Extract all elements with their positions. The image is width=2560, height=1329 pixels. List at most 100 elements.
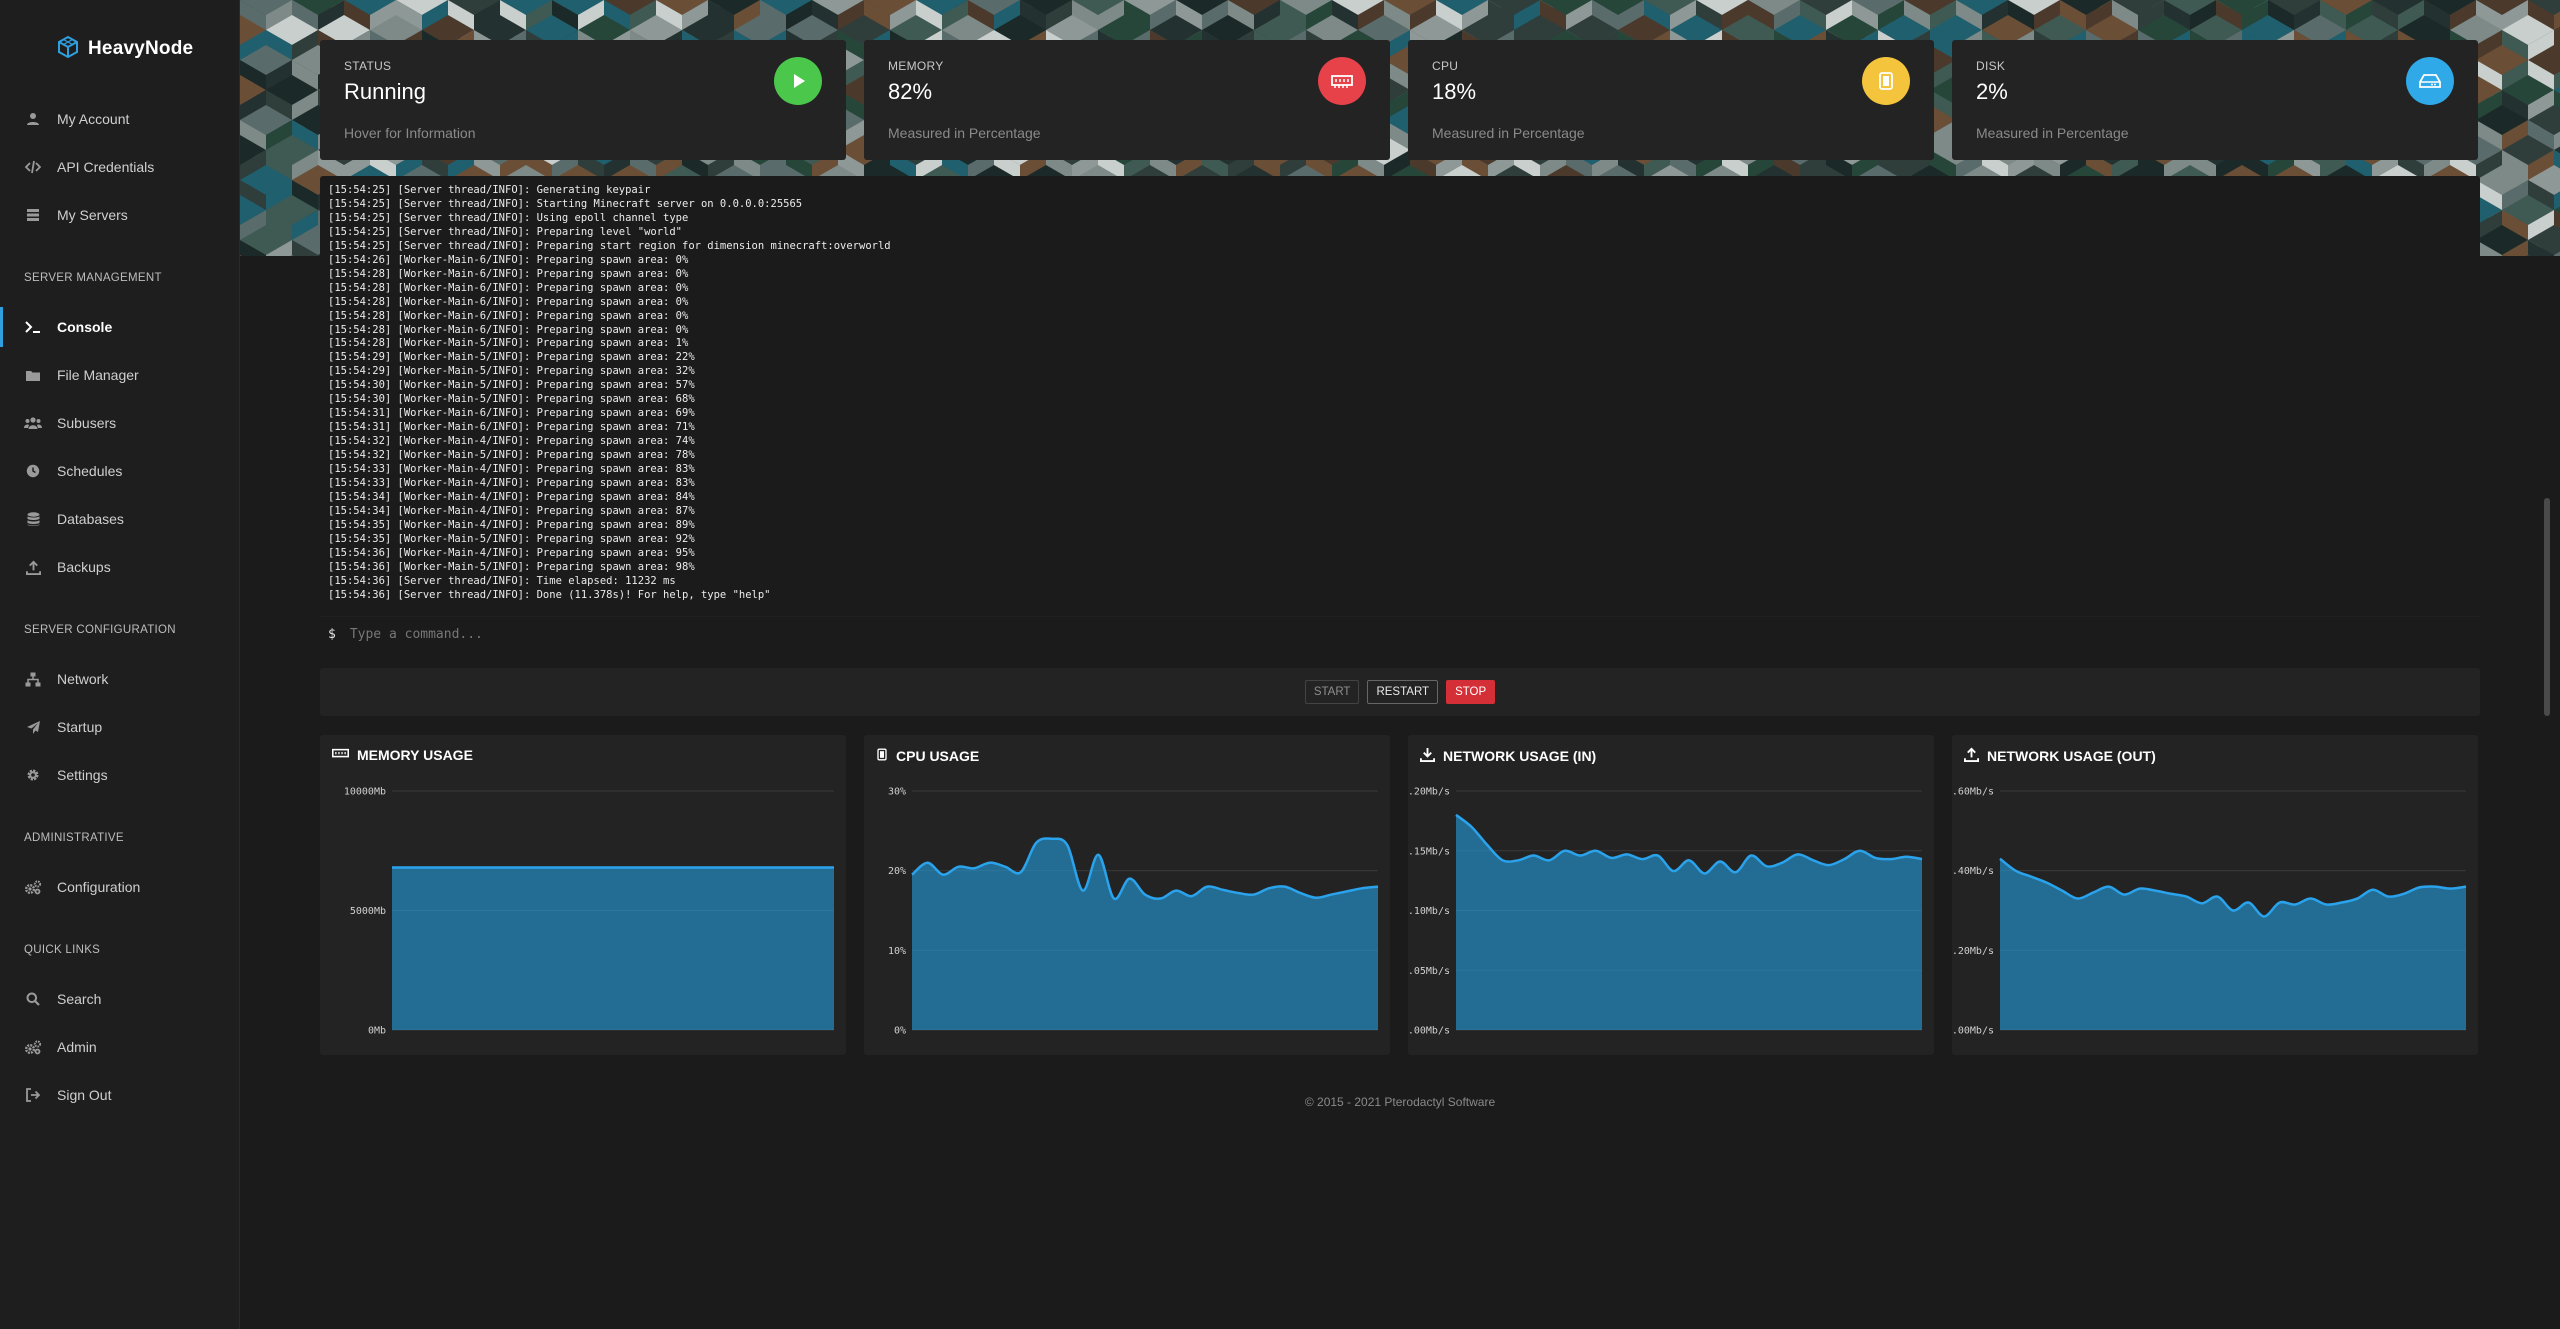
- sidebar-item-label: Schedules: [57, 463, 123, 479]
- sidebar-section-administrative: ADMINISTRATIVE: [24, 832, 124, 844]
- console-line: [15:54:36] [Server thread/INFO]: Done (1…: [328, 588, 771, 601]
- status-sub: Hover for Information: [344, 125, 476, 141]
- area-fill: [912, 838, 1378, 1030]
- sidebar-item-startup[interactable]: Startup: [0, 707, 240, 747]
- y-tick-label: 0.10Mb/s: [1408, 906, 1450, 917]
- sidebar-item-api-credentials[interactable]: API Credentials: [0, 147, 240, 187]
- upload-icon: [24, 558, 42, 576]
- sidebar-item-network[interactable]: Network: [0, 659, 240, 699]
- console-scrollbar[interactable]: [2544, 498, 2550, 716]
- sidebar-item-label: Sign Out: [57, 1087, 112, 1103]
- network-out-chart: NETWORK USAGE (OUT) 0.60Mb/s 0.40Mb/s 0.20…: [1952, 735, 2478, 1055]
- memory-icon: [332, 747, 349, 763]
- sidebar-item-label: Startup: [57, 719, 103, 735]
- sidebar-item-schedules[interactable]: Schedules: [0, 451, 240, 491]
- sidebar-item-my-account[interactable]: My Account: [0, 99, 240, 139]
- sidebar-item-subusers[interactable]: Subusers: [0, 403, 240, 443]
- console-line: [15:54:28] [Worker-Main-6/INFO]: Prepari…: [328, 295, 689, 308]
- cpu-icon: [876, 747, 888, 765]
- console-line: [15:54:28] [Worker-Main-6/INFO]: Prepari…: [328, 309, 689, 322]
- console-line: [15:54:31] [Worker-Main-6/INFO]: Prepari…: [328, 407, 695, 420]
- upload-icon: [1964, 747, 1979, 765]
- chart-title-text: CPU USAGE: [896, 748, 980, 764]
- y-tick-label: 20%: [888, 866, 906, 877]
- brand-name: HeavyNode: [88, 38, 194, 59]
- logo-cube-icon: [56, 35, 80, 64]
- memory-card: MEMORY 82% Measured in Percentage: [864, 40, 1390, 160]
- chart-title-text: NETWORK USAGE (IN): [1443, 748, 1597, 764]
- memory-label: MEMORY: [888, 59, 944, 73]
- y-tick-label: 5000Mb: [350, 906, 386, 917]
- console-line: [15:54:32] [Worker-Main-5/INFO]: Prepari…: [328, 449, 695, 462]
- y-tick-label: 0.00Mb/s: [1952, 1026, 1994, 1037]
- sidebar-item-label: Admin: [57, 1039, 97, 1055]
- gear-icon: [24, 766, 42, 784]
- console-line: [15:54:25] [Server thread/INFO]: Startin…: [328, 197, 803, 210]
- console-line: [15:54:36] [Worker-Main-4/INFO]: Prepari…: [328, 546, 695, 559]
- y-tick-label: 30%: [888, 787, 906, 798]
- y-tick-label: 0.15Mb/s: [1408, 846, 1450, 857]
- console-line: [15:54:28] [Worker-Main-6/INFO]: Prepari…: [328, 323, 689, 336]
- brand[interactable]: HeavyNode: [56, 34, 193, 64]
- sidebar-item-settings[interactable]: Settings: [0, 755, 240, 795]
- servers-icon: [24, 206, 42, 224]
- console-line: [15:54:33] [Worker-Main-4/INFO]: Prepari…: [328, 463, 695, 476]
- sidebar-item-label: Backups: [57, 559, 111, 575]
- memory-value: 82%: [888, 79, 933, 104]
- console-line: [15:54:28] [Worker-Main-6/INFO]: Prepari…: [328, 281, 689, 294]
- status-label: STATUS: [344, 59, 392, 73]
- code-icon: [24, 158, 42, 176]
- folder-icon: [24, 366, 42, 384]
- user-icon: [24, 110, 42, 128]
- sidebar-item-backups[interactable]: Backups: [0, 547, 240, 587]
- sidebar-item-search[interactable]: Search: [0, 979, 240, 1019]
- console-line: [15:54:28] [Worker-Main-6/INFO]: Prepari…: [328, 267, 689, 280]
- sidebar-item-console[interactable]: Console: [0, 307, 240, 347]
- sidebar-item-configuration[interactable]: Configuration: [0, 867, 240, 907]
- sidebar-section-server-management: SERVER MANAGEMENT: [24, 272, 162, 284]
- console-line: [15:54:25] [Server thread/INFO]: Using e…: [328, 211, 689, 224]
- console-line: [15:54:31] [Worker-Main-6/INFO]: Prepari…: [328, 421, 695, 434]
- cpu-label: CPU: [1432, 59, 1459, 73]
- memory-sub: Measured in Percentage: [888, 125, 1041, 141]
- console-command-input[interactable]: [349, 627, 2150, 642]
- network-icon: [24, 670, 42, 688]
- disk-sub: Measured in Percentage: [1976, 125, 2129, 141]
- sidebar-item-file-manager[interactable]: File Manager: [0, 355, 240, 395]
- sidebar-item-sign-out[interactable]: Sign Out: [0, 1075, 240, 1115]
- y-tick-label: 10%: [888, 946, 906, 957]
- console-line: [15:54:34] [Worker-Main-4/INFO]: Prepari…: [328, 490, 695, 503]
- sidebar-item-label: Settings: [57, 767, 108, 783]
- network-out-plot: 0.60Mb/s 0.40Mb/s 0.20Mb/s 0.00Mb/s: [1952, 787, 2467, 1037]
- chart-title-text: NETWORK USAGE (OUT): [1987, 748, 2156, 764]
- clock-icon: [24, 462, 42, 480]
- console-line: [15:54:30] [Worker-Main-5/INFO]: Prepari…: [328, 379, 695, 392]
- sidebar-item-label: Search: [57, 991, 102, 1007]
- start-button[interactable]: START: [1304, 680, 1360, 704]
- download-icon: [1420, 747, 1435, 765]
- restart-button[interactable]: RESTART: [1367, 680, 1439, 704]
- gears-icon: [24, 1038, 42, 1056]
- sidebar-item-admin[interactable]: Admin: [0, 1027, 240, 1067]
- cpu-card: CPU 18% Measured in Percentage: [1408, 40, 1934, 160]
- console-panel: [15:54:25] [Server thread/INFO]: Generat…: [320, 176, 2550, 716]
- sidebar-item-label: My Servers: [57, 207, 128, 223]
- disk-label: DISK: [1976, 59, 2006, 73]
- console-line: [15:54:36] [Server thread/INFO]: Time el…: [328, 574, 676, 587]
- play-icon: [774, 57, 822, 105]
- cpu-icon: [1862, 57, 1910, 105]
- sidebar-item-label: Databases: [57, 511, 124, 527]
- console-line: [15:54:32] [Worker-Main-4/INFO]: Prepari…: [328, 435, 695, 448]
- sidebar-item-my-servers[interactable]: My Servers: [0, 195, 240, 235]
- disk-value: 2%: [1976, 79, 2008, 104]
- console-line: [15:54:35] [Worker-Main-5/INFO]: Prepari…: [328, 532, 695, 545]
- y-tick-label: 0.05Mb/s: [1408, 966, 1450, 977]
- console-line: [15:54:28] [Worker-Main-5/INFO]: Prepari…: [328, 337, 689, 350]
- y-tick-label: 0.60Mb/s: [1952, 787, 1994, 798]
- cpu-usage-title: CPU USAGE: [876, 747, 979, 765]
- console-output: [15:54:25] [Server thread/INFO]: Generat…: [328, 184, 2448, 604]
- status-card[interactable]: STATUS Running Hover for Information: [320, 40, 846, 160]
- stop-button[interactable]: STOP: [1446, 680, 1496, 704]
- sidebar-item-databases[interactable]: Databases: [0, 499, 240, 539]
- console-line: [15:54:33] [Worker-Main-4/INFO]: Prepari…: [328, 477, 695, 490]
